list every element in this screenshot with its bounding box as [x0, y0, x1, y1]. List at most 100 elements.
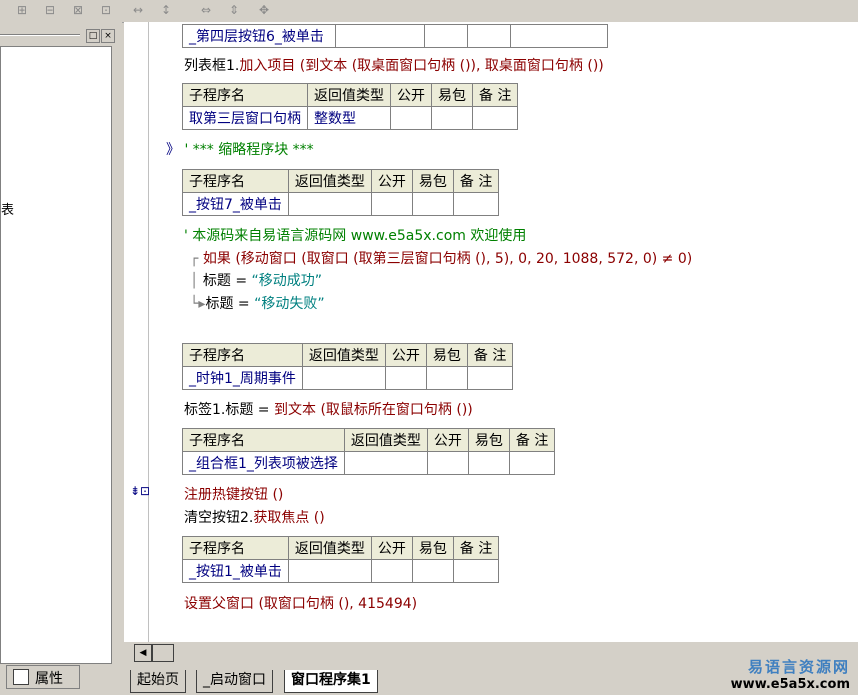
component-list[interactable]: 表 [0, 46, 112, 664]
code-line[interactable]: │ 标题 = “移动成功” [190, 270, 322, 290]
comment-line[interactable]: ' 本源码来自易语言源码网 www.e5a5x.com 欢迎使用 [184, 225, 526, 245]
operator: = [235, 273, 248, 289]
table-cell[interactable] [335, 24, 425, 48]
table-header: 返回值类型 [301, 343, 386, 367]
table-header: 备 注 [508, 428, 556, 452]
collapsed-comment: ' *** 缩略程序块 *** [184, 142, 314, 158]
table-cell[interactable]: _第四层按钮6_被单击 [182, 24, 336, 48]
grid-icon[interactable]: ✥ [254, 1, 274, 19]
table-cell[interactable] [287, 559, 372, 583]
tab-startup-window[interactable]: _启动窗口 [196, 670, 273, 693]
object-name: 列表框1. [184, 58, 240, 74]
table-header: 公开 [384, 343, 427, 367]
tab-start-page[interactable]: 起始页 [130, 670, 186, 693]
code-line[interactable]: 清空按钮2.获取焦点 () [184, 507, 325, 527]
table-header: 易包 [467, 428, 510, 452]
table-cell[interactable] [431, 106, 473, 130]
table-cell[interactable] [452, 559, 500, 583]
property-name: 标题 [202, 273, 231, 289]
code-line[interactable]: 标签1.标题 = 到文本 (取鼠标所在窗口句柄 ()) [184, 399, 473, 419]
breakpoint-icon[interactable]: ⇟⊡ [130, 484, 150, 498]
properties-tab[interactable]: 属性 [6, 665, 80, 689]
sub-table: 子程序名 返回值类型 公开 易包 备 注 取第三层窗口句柄 整数型 [182, 83, 519, 130]
table-cell[interactable] [411, 192, 454, 216]
table-cell[interactable] [370, 559, 413, 583]
table-cell[interactable] [452, 192, 500, 216]
table-cell[interactable] [343, 451, 428, 475]
table-cell[interactable] [390, 106, 432, 130]
table-cell[interactable]: _按钮7_被单击 [182, 192, 289, 216]
left-panel: □ × 表 [0, 22, 122, 664]
row-icon[interactable]: ⇕ [224, 1, 244, 19]
table-header: 返回值类型 [287, 536, 372, 560]
code-line[interactable]: 列表框1.加入项目 (到文本 (取桌面窗口句柄 ()), 取桌面窗口句柄 ()) [184, 55, 604, 75]
table-icon[interactable]: ⊟ [40, 1, 60, 19]
table-header: 公开 [370, 536, 413, 560]
table-cell[interactable] [466, 366, 514, 390]
row-height-icon[interactable]: ↕ [156, 1, 176, 19]
table-cell[interactable] [301, 366, 386, 390]
table-header: 备 注 [452, 169, 500, 193]
watermark-title: 易语言资源网 [747, 658, 850, 676]
table-cell[interactable] [424, 24, 468, 48]
table-cell[interactable] [510, 24, 608, 48]
flow-line: └▸ [190, 296, 206, 312]
close-icon[interactable]: × [101, 29, 115, 43]
collapsed-block[interactable]: 》 ' *** 缩略程序块 *** [166, 139, 314, 159]
table-icon[interactable]: ⊞ [12, 1, 32, 19]
scroll-thumb[interactable] [152, 644, 174, 662]
operator: = [237, 296, 250, 312]
table-cell[interactable] [467, 24, 511, 48]
properties-icon [13, 669, 29, 685]
sub-table: _第四层按钮6_被单击 [182, 24, 608, 48]
code-editor[interactable]: _第四层按钮6_被单击 列表框1.加入项目 (到文本 (取桌面窗口句柄 ()),… [124, 22, 858, 642]
if-line[interactable]: ┌ 如果 (移动窗口 (取窗口 (取第三层窗口句柄 (), 5), 0, 20,… [190, 248, 692, 268]
table-cell[interactable]: 取第三层窗口句柄 [182, 106, 308, 130]
table-header: 易包 [425, 343, 468, 367]
method-call: 加入项目 (到文本 (取桌面窗口句柄 ()), 取桌面窗口句柄 ()) [239, 58, 604, 74]
string-literal: “移动成功” [251, 273, 323, 289]
table-cell[interactable] [384, 366, 427, 390]
table-icon[interactable]: ⊡ [96, 1, 116, 19]
table-cell[interactable] [508, 451, 556, 475]
table-header: 子程序名 [182, 169, 289, 193]
table-cell[interactable] [426, 451, 469, 475]
editor-gutter [148, 22, 149, 642]
table-cell[interactable] [411, 559, 454, 583]
scroll-left-icon[interactable]: ◀ [134, 644, 152, 662]
table-icon[interactable]: ⊠ [68, 1, 88, 19]
string-literal: “移动失败” [254, 296, 325, 312]
expand-icon[interactable]: 》 [166, 142, 180, 158]
code-line[interactable]: 设置父窗口 (取窗口句柄 (), 415494) [184, 593, 417, 613]
table-cell[interactable]: 整数型 [307, 106, 391, 130]
assignment-target: 标签1.标题 = [184, 402, 270, 418]
watermark: 易语言资源网 www.e5a5x.com [731, 656, 850, 692]
code-line[interactable]: └▸标题 = “移动失败” [190, 293, 325, 313]
flow-line: ┌ [190, 251, 203, 267]
restore-icon[interactable]: □ [86, 29, 100, 43]
table-cell[interactable] [471, 106, 519, 130]
table-header: 返回值类型 [287, 169, 372, 193]
code-line[interactable]: 注册热键按钮 () [184, 484, 283, 504]
sub-table: 子程序名 返回值类型 公开 易包 备 注 _组合框1_列表项被选择 [182, 428, 556, 475]
table-cell[interactable]: _时钟1_周期事件 [182, 366, 303, 390]
column-icon[interactable]: ⇔ [196, 1, 216, 19]
table-cell[interactable]: _组合框1_列表项被选择 [182, 451, 345, 475]
watermark-url: www.e5a5x.com [730, 677, 850, 692]
table-cell[interactable] [370, 192, 413, 216]
table-header: 子程序名 [182, 83, 308, 107]
table-header: 子程序名 [182, 343, 303, 367]
property-name: 标题 [205, 296, 234, 312]
table-cell[interactable]: _按钮1_被单击 [182, 559, 289, 583]
object-name: 清空按钮2. [184, 510, 254, 526]
table-cell[interactable] [287, 192, 372, 216]
column-width-icon[interactable]: ↔ [128, 1, 148, 19]
table-header: 子程序名 [182, 536, 289, 560]
table-header: 返回值类型 [343, 428, 428, 452]
tab-window-program-set[interactable]: 窗口程序集1 [284, 670, 378, 693]
sub-table: 子程序名 返回值类型 公开 易包 备 注 _时钟1_周期事件 [182, 343, 514, 390]
table-cell[interactable] [467, 451, 510, 475]
method-call: 获取焦点 () [253, 510, 325, 526]
table-cell[interactable] [425, 366, 468, 390]
sub-table: 子程序名 返回值类型 公开 易包 备 注 _按钮1_被单击 [182, 536, 500, 583]
